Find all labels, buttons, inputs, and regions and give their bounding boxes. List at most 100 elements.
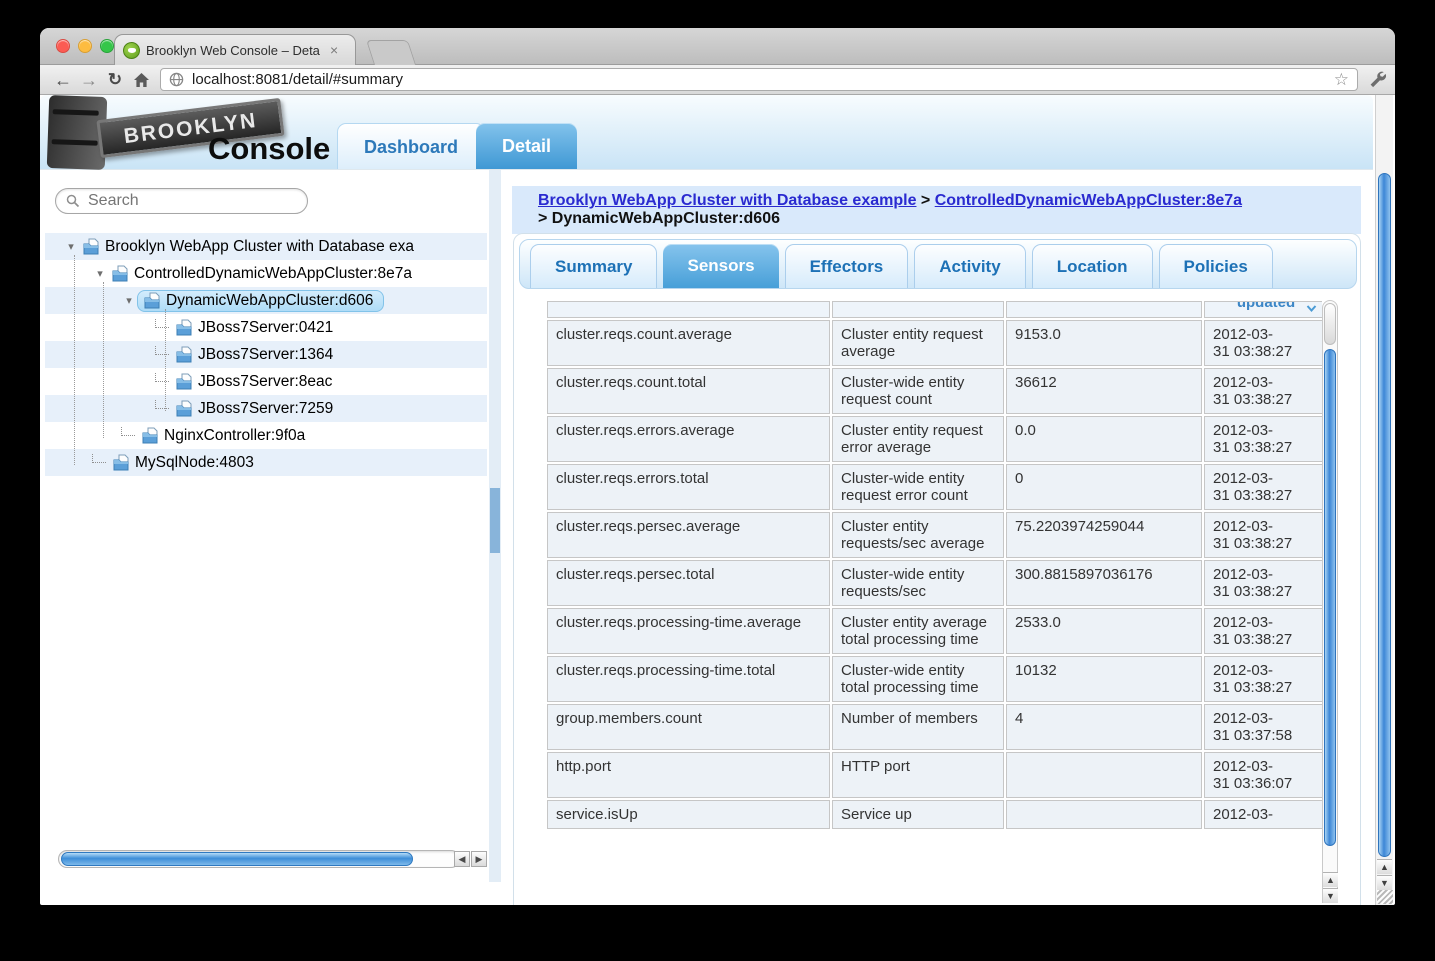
entity-icon [82,238,100,255]
table-scrollbar[interactable]: ▲ ▼ [1322,300,1338,903]
sensor-updated: 2012-03-31 03:38:27 [1204,560,1322,606]
tree-item-label: JBoss7Server:8eac [198,373,332,391]
tree-item-label: JBoss7Server:7259 [198,400,333,418]
wrench-menu-icon[interactable] [1368,70,1387,89]
tab-detail[interactable]: Detail [476,123,577,169]
sensor-name: cluster.reqs.errors.average [547,416,830,462]
detail-tabstrip: Summary Sensors Effectors Activity Locat… [519,239,1357,289]
entity-icon [141,427,159,444]
table-scroll-up-icon[interactable]: ▲ [1323,872,1338,887]
expand-icon[interactable]: ▾ [121,294,137,307]
brooklyn-favicon-icon [123,42,140,59]
close-window-button[interactable] [56,39,70,53]
tab-dashboard[interactable]: Dashboard [337,123,485,169]
scroll-left-icon[interactable]: ◀ [454,851,470,867]
window-scrollbar[interactable]: ▲ ▼ [1375,95,1393,905]
sensor-updated: 2012-03-31 03:36:07 [1204,752,1322,798]
bookmark-star-icon[interactable]: ☆ [1334,70,1349,90]
globe-icon [169,72,184,87]
selected-tree-item[interactable]: DynamicWebAppCluster:d606 [137,290,384,312]
tree-connector [155,346,169,355]
tab-location[interactable]: Location [1032,244,1153,288]
sort-descending-icon [1306,304,1317,313]
tree-item-dynamic-cluster-selected[interactable]: ▾ DynamicWebAppCluster:d606 [45,287,487,314]
tree-item-application[interactable]: ▾ Brooklyn WebApp Cluster with Database … [45,233,487,260]
breadcrumb-link-application[interactable]: Brooklyn WebApp Cluster with Database ex… [538,192,916,209]
expand-icon[interactable]: ▾ [92,267,108,280]
tree-item-mysql[interactable]: MySqlNode:4803 [45,449,487,476]
entity-icon [112,454,130,471]
sensors-table-viewport: updated cluster.reqs.count.average Clust… [545,299,1322,903]
tree-item-label: JBoss7Server:0421 [198,319,333,337]
tree-item-jboss-0421[interactable]: JBoss7Server:0421 [45,314,487,341]
header-updated[interactable]: updated [1204,301,1322,318]
zoom-window-button[interactable] [100,39,114,53]
tab-policies[interactable]: Policies [1159,244,1273,288]
sensor-description: Cluster-wide entity request error count [832,464,1004,510]
tree-item-jboss-8eac[interactable]: JBoss7Server:8eac [45,368,487,395]
minimize-window-button[interactable] [78,39,92,53]
close-tab-icon[interactable]: × [330,43,338,57]
horizontal-scrollbar-thumb[interactable] [61,852,413,866]
tab-effectors[interactable]: Effectors [785,244,909,288]
entity-icon [143,292,161,309]
table-header-row: updated [547,301,1322,318]
table-row: cluster.reqs.count.average Cluster entit… [547,320,1322,366]
header-name [547,301,830,318]
tree-item-jboss-7259[interactable]: JBoss7Server:7259 [45,395,487,422]
tab-summary[interactable]: Summary [530,244,657,288]
sensor-name: cluster.reqs.count.total [547,368,830,414]
address-bar[interactable]: ☆ [160,68,1358,91]
scroll-right-icon[interactable]: ▶ [471,851,487,867]
window-scroll-up-icon[interactable]: ▲ [1377,859,1392,874]
sensor-updated: 2012-03-31 03:38:27 [1204,608,1322,654]
sensor-value: 300.8815897036176 [1006,560,1202,606]
console-logo-text: Console [208,131,330,167]
expand-icon[interactable]: ▾ [63,240,79,253]
breadcrumb-current-prefix: > [538,210,552,227]
entity-icon [175,346,193,363]
sensor-updated: 2012-03-31 03:38:27 [1204,416,1322,462]
search-box[interactable] [55,188,308,214]
home-icon[interactable] [128,72,154,88]
sensor-value: 36612 [1006,368,1202,414]
browser-tab[interactable]: Brooklyn Web Console – Deta × [114,34,356,65]
header-description [832,301,1004,318]
table-scroll-down-icon[interactable]: ▼ [1323,888,1338,903]
sensor-description: Cluster entity requests/sec average [832,512,1004,558]
tree-item-nginx[interactable]: NginxController:9f0a [45,422,487,449]
sensor-value: 10132 [1006,656,1202,702]
sensor-value: 0 [1006,464,1202,510]
sensor-name: http.port [547,752,830,798]
forward-icon[interactable]: → [76,67,102,93]
tree-item-jboss-1364[interactable]: JBoss7Server:1364 [45,341,487,368]
url-input[interactable] [192,71,1326,88]
tree-item-controlled-cluster[interactable]: ▾ ControlledDynamicWebAppCluster:8e7a [45,260,487,287]
table-row: group.members.count Number of members 4 … [547,704,1322,750]
panel-divider-scrollbar[interactable] [489,170,501,882]
sensor-updated: 2012-03-31 03:37:58 [1204,704,1322,750]
tree-item-label: JBoss7Server:1364 [198,346,333,364]
app-header: BROOKLYN Console Dashboard Detail [40,95,1373,170]
sidebar-horizontal-scrollbar[interactable] [58,850,460,868]
tree-connector [155,319,169,328]
window-resize-grip[interactable] [1377,890,1393,904]
breadcrumb-link-controlled-cluster[interactable]: ControlledDynamicWebAppCluster:8e7a [935,192,1242,209]
sensor-name: service.isUp [547,800,830,829]
table-scrollbar-track-cap [1324,303,1336,345]
tab-activity[interactable]: Activity [914,244,1025,288]
table-scrollbar-thumb[interactable] [1324,349,1336,846]
reload-icon[interactable]: ↻ [102,67,128,93]
window-scroll-down-icon[interactable]: ▼ [1377,875,1392,890]
divider-scrollbar-thumb[interactable] [490,488,500,553]
search-input[interactable] [88,192,297,210]
tree-item-label: MySqlNode:4803 [135,454,254,472]
tree-item-label: NginxController:9f0a [164,427,305,445]
sensor-description: Cluster-wide entity requests/sec [832,560,1004,606]
back-icon[interactable]: ← [50,67,76,93]
window-scrollbar-thumb[interactable] [1378,173,1391,857]
tree-item-label: Brooklyn WebApp Cluster with Database ex… [105,238,414,256]
tab-sensors[interactable]: Sensors [663,244,778,288]
sensor-description: Cluster entity request error average [832,416,1004,462]
new-tab-button[interactable] [366,40,416,65]
